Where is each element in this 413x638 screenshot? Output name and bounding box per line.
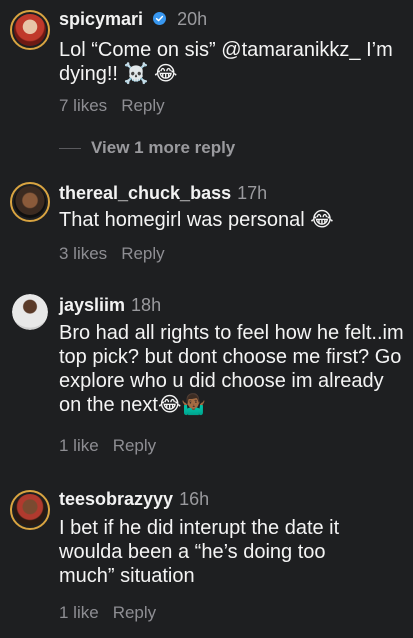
username[interactable]: jaysliim [59, 295, 125, 315]
divider-line [59, 148, 81, 150]
reply-button[interactable]: Reply [121, 244, 164, 263]
timestamp: 20h [177, 9, 208, 29]
likes-count[interactable]: 3 likes [59, 244, 107, 263]
avatar[interactable] [10, 182, 50, 222]
avatar[interactable] [10, 10, 50, 50]
username[interactable]: teesobrazyyy [59, 489, 173, 509]
timestamp: 18h [131, 295, 162, 315]
comment-meta: 3 likes Reply [59, 244, 165, 264]
likes-count[interactable]: 1 like [59, 436, 99, 455]
avatar[interactable] [10, 490, 50, 530]
comment-text: Bro had all rights to feel how he felt..… [59, 322, 404, 416]
comment-header: teesobrazyyy 16h [59, 488, 209, 510]
reply-button[interactable]: Reply [121, 96, 164, 115]
comment-meta: 1 like Reply [59, 436, 156, 456]
username[interactable]: spicymari [59, 9, 143, 29]
comment-header: jaysliim 18h [59, 294, 161, 316]
comment-header: thereal_chuck_bass 17h [59, 182, 267, 204]
comment-meta: 1 like Reply [59, 603, 156, 623]
comment-text: That homegirl was personal 😂 [59, 209, 334, 231]
comment-text: Lol “Come on sis” @tamaranikkz_ I’m dyin… [59, 39, 393, 85]
reply-button[interactable]: Reply [113, 436, 156, 455]
avatar[interactable] [12, 294, 48, 330]
comment-meta: 7 likes Reply [59, 96, 165, 116]
username[interactable]: thereal_chuck_bass [59, 183, 231, 203]
likes-count[interactable]: 7 likes [59, 96, 107, 115]
timestamp: 16h [179, 489, 210, 509]
timestamp: 17h [237, 183, 268, 203]
reply-button[interactable]: Reply [113, 603, 156, 622]
comment-text: I bet if he did interupt the date it wou… [59, 517, 340, 587]
comment-header: spicymari 20h [59, 8, 207, 30]
verified-badge-icon [153, 12, 167, 25]
view-more-replies[interactable]: View 1 more reply [59, 138, 235, 158]
view-more-label: View 1 more reply [91, 138, 236, 157]
likes-count[interactable]: 1 like [59, 603, 99, 622]
